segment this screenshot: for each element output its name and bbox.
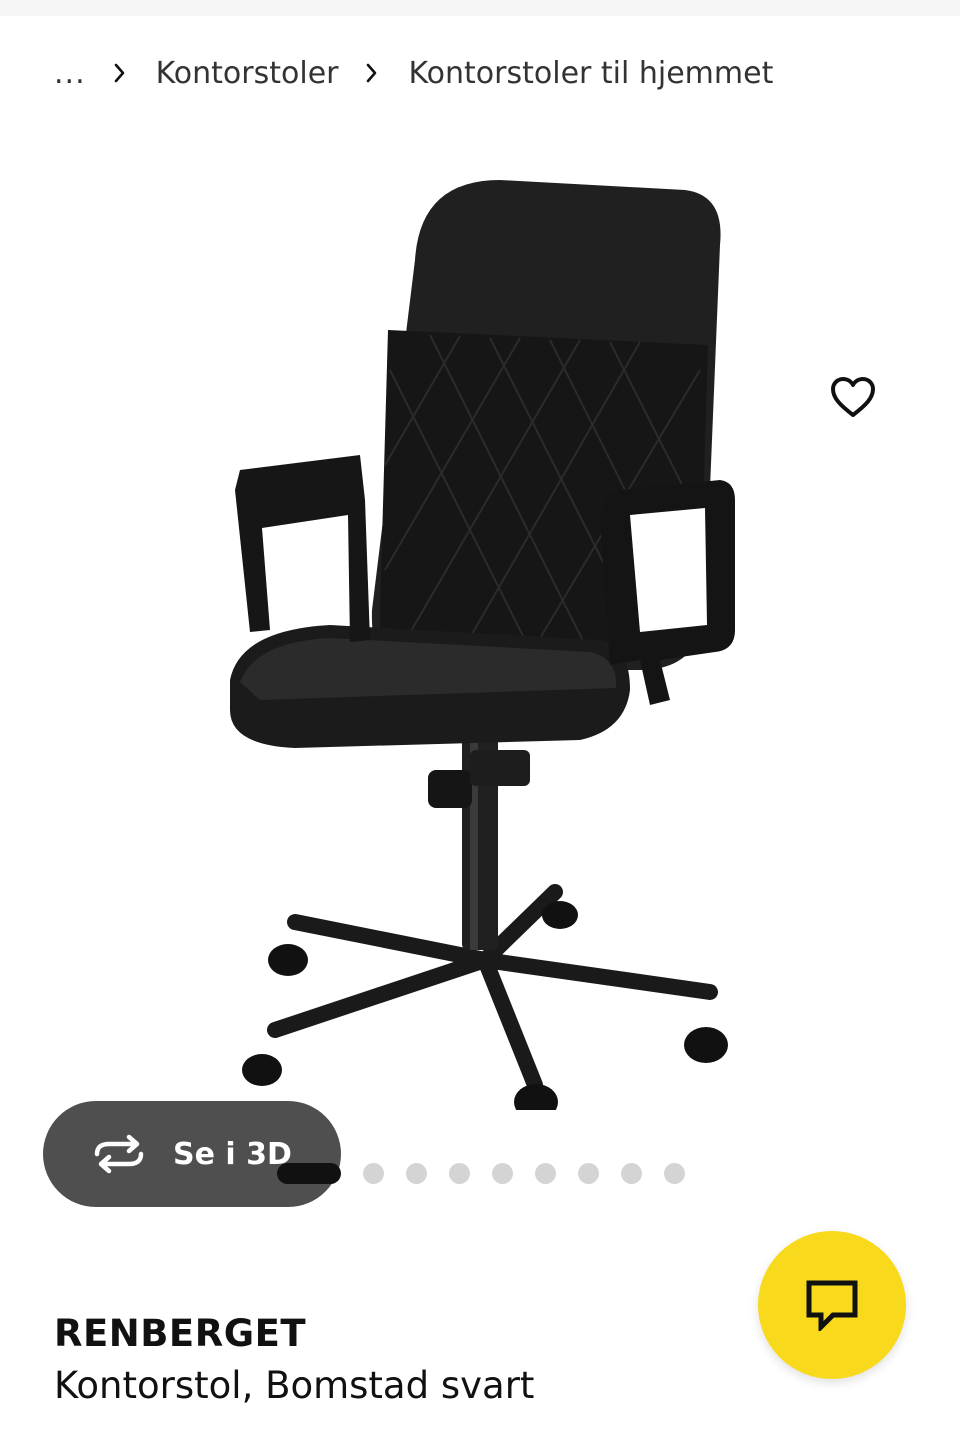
- view-in-3d-label: Se i 3D: [173, 1136, 292, 1172]
- breadcrumb-ellipsis[interactable]: ...: [54, 56, 86, 91]
- product-name: RENBERGET: [54, 1312, 307, 1355]
- chevron-right-icon: [114, 63, 126, 83]
- carousel-dot-active[interactable]: [277, 1162, 341, 1184]
- view-in-3d-button[interactable]: Se i 3D: [43, 1101, 341, 1207]
- chat-button[interactable]: [758, 1231, 906, 1379]
- heart-icon: [831, 377, 875, 417]
- favorite-button[interactable]: [818, 362, 888, 432]
- chat-bubble-icon: [806, 1280, 858, 1331]
- carousel-dot[interactable]: [578, 1162, 599, 1184]
- carousel-dot[interactable]: [449, 1162, 470, 1184]
- breadcrumb-link-kontorstoler[interactable]: Kontorstoler: [156, 56, 339, 91]
- carousel-indicator: [277, 1162, 707, 1184]
- status-strip: [0, 0, 960, 16]
- rotate-3d-icon: [94, 1134, 144, 1174]
- carousel-dot[interactable]: [621, 1162, 642, 1184]
- carousel-dot[interactable]: [406, 1162, 427, 1184]
- carousel-dot[interactable]: [363, 1162, 384, 1184]
- breadcrumb-link-kontorstoler-til-hjemmet[interactable]: Kontorstoler til hjemmet: [408, 56, 773, 91]
- breadcrumb: ... Kontorstoler Kontorstoler til hjemme…: [54, 48, 773, 98]
- product-gallery[interactable]: Se i 3D: [0, 130, 960, 1207]
- carousel-dot[interactable]: [664, 1162, 685, 1184]
- product-image[interactable]: [200, 170, 760, 1110]
- carousel-dot[interactable]: [535, 1162, 556, 1184]
- chevron-right-icon: [366, 63, 378, 83]
- product-description: Kontorstol, Bomstad svart: [54, 1364, 535, 1407]
- carousel-dot[interactable]: [492, 1162, 513, 1184]
